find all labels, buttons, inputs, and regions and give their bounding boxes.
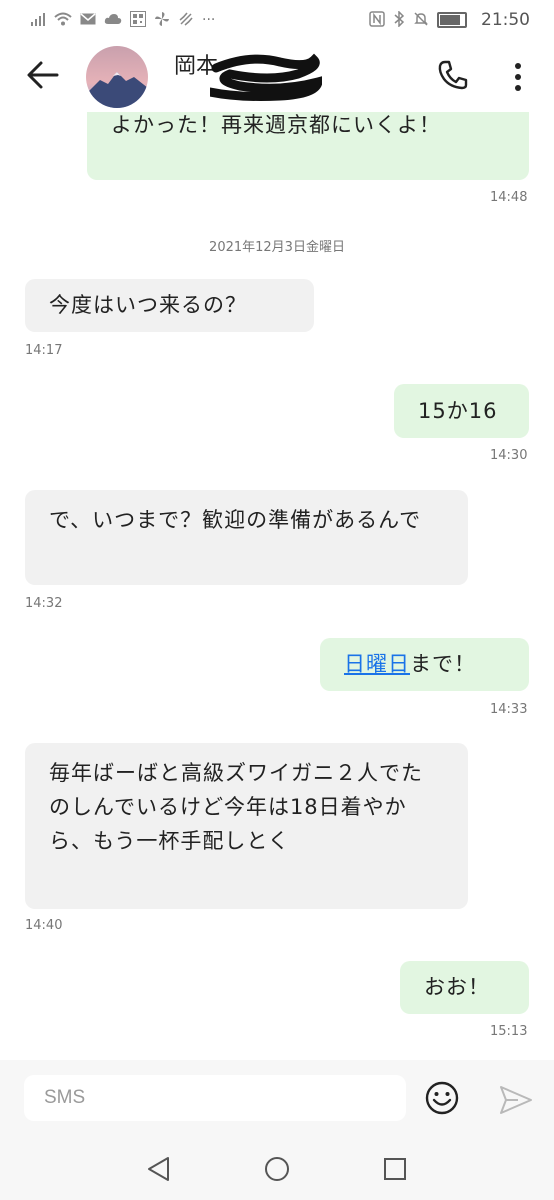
avatar[interactable] <box>86 46 148 108</box>
message-text: よかった！再来週京都にいくよ！ <box>111 113 441 137</box>
phone-call-icon[interactable] <box>436 58 470 92</box>
message-bubble-outgoing[interactable]: 日曜日まで！ <box>320 638 529 691</box>
nav-home-icon[interactable] <box>262 1154 292 1184</box>
message-list[interactable]: よかった！再来週京都にいくよ！ 14:48 2021年12月3日金曜日 今度はい… <box>0 112 554 1060</box>
message-bubble-incoming[interactable]: で、いつまで？歓迎の準備があるんで <box>25 490 468 585</box>
message-text: 毎年ばーばと高級ズワイガニ２人でたのしんでいるけど今年は18日着やから、もう一杯… <box>49 761 423 853</box>
more-notifications-icon: ··· <box>202 12 216 28</box>
message-text: 今度はいつ来るの？ <box>49 293 247 317</box>
pinwheel-icon <box>154 11 170 30</box>
send-icon[interactable] <box>498 1082 534 1118</box>
back-arrow-icon[interactable] <box>26 58 60 92</box>
status-bar: ··· 21:50 <box>0 0 554 40</box>
message-time: 14:30 <box>490 448 528 463</box>
status-icons-left: ··· <box>30 10 216 30</box>
bluetooth-icon <box>393 9 405 30</box>
signal-icon <box>30 11 46 30</box>
mute-bell-icon <box>413 11 429 30</box>
nav-back-icon[interactable] <box>144 1154 174 1184</box>
message-bubble-outgoing[interactable]: よかった！再来週京都にいくよ！ <box>87 112 529 180</box>
message-time: 15:13 <box>490 1024 528 1039</box>
nav-recents-icon[interactable] <box>380 1154 410 1184</box>
mail-icon <box>80 12 96 28</box>
conversation-header: 岡本 <box>0 40 554 112</box>
redaction-scribble <box>205 52 324 102</box>
battery-icon <box>437 12 467 28</box>
nfc-waves-icon <box>178 11 194 30</box>
status-time: 21:50 <box>481 10 530 30</box>
message-text: で、いつまで？歓迎の準備があるんで <box>49 508 422 532</box>
status-icons-right: 21:50 <box>369 9 530 30</box>
message-bubble-incoming[interactable]: 今度はいつ来るの？ <box>25 279 314 332</box>
wifi-icon <box>54 12 72 29</box>
message-bubble-outgoing[interactable]: 15か16 <box>394 384 529 438</box>
message-date-link[interactable]: 日曜日 <box>344 652 410 676</box>
message-bubble-outgoing[interactable]: おお！ <box>400 961 529 1014</box>
message-text: おお！ <box>424 975 490 999</box>
cloud-icon <box>104 13 122 28</box>
date-separator: 2021年12月3日金曜日 <box>209 240 345 255</box>
message-time: 14:48 <box>490 190 528 205</box>
message-bubble-incoming[interactable]: 毎年ばーばと高級ズワイガニ２人でたのしんでいるけど今年は18日着やから、もう一杯… <box>25 743 468 909</box>
qr-icon <box>130 10 146 30</box>
emoji-icon[interactable] <box>424 1080 460 1116</box>
message-text: まで！ <box>410 652 476 676</box>
system-navigation-bar <box>0 1138 554 1200</box>
message-time: 14:40 <box>25 918 63 933</box>
sms-input[interactable] <box>24 1075 406 1121</box>
more-options-icon[interactable] <box>506 60 530 94</box>
compose-bar <box>0 1060 554 1138</box>
message-time: 14:33 <box>490 702 528 717</box>
message-time: 14:17 <box>25 343 63 358</box>
message-time: 14:32 <box>25 596 63 611</box>
message-text: 15か16 <box>418 399 498 423</box>
nfc-icon <box>369 10 385 30</box>
